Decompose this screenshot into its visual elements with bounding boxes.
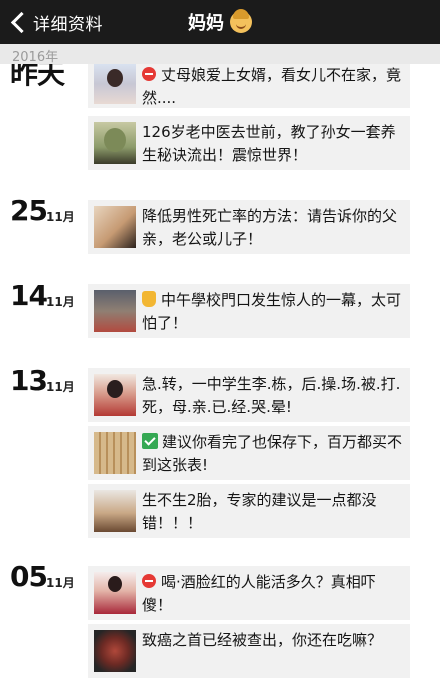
post-thumbnail	[94, 290, 136, 332]
date-month: 11月	[46, 295, 75, 309]
post-thumbnail	[94, 374, 136, 416]
date-day: 05	[10, 560, 48, 593]
post-thumbnail	[94, 206, 136, 248]
post-text: 生不生2胎，专家的建议是一点都没错！！！	[142, 491, 377, 532]
post-item[interactable]: 建议你看完了也保存下，百万都买不到这张表!	[88, 426, 410, 480]
post-item[interactable]: 126岁老中医去世前，教了孙女一套养生秘诀流出！震惊世界！	[88, 116, 410, 170]
post-thumbnail	[94, 630, 136, 672]
post-text: 急.转，一中学生李.栋，后.操.场.被.打.死，母.亲.已.经.哭.晕!	[142, 375, 401, 416]
year-header: 2016年	[0, 44, 440, 65]
year-label: 2016年	[12, 50, 59, 65]
date-month: 11月	[46, 210, 75, 224]
post-thumbnail	[94, 490, 136, 532]
page-title: 妈妈	[188, 13, 224, 34]
date-day: 昨天	[10, 64, 65, 90]
check-mark-icon	[142, 433, 158, 449]
post-item[interactable]: 急.转，一中学生李.栋，后.操.场.被.打.死，母.亲.已.经.哭.晕!	[88, 368, 410, 422]
post-text: 丈母娘爱上女婿，看女儿不在家，竟然....	[142, 66, 402, 107]
post-thumbnail	[94, 64, 136, 104]
post-item[interactable]: 喝·酒脸红的人能活多久？真相吓傻！	[88, 566, 410, 620]
post-item[interactable]: 丈母娘爱上女婿，看女儿不在家，竟然....	[88, 64, 410, 108]
post-item[interactable]: 中午學校門口发生惊人的一幕，太可怕了！	[88, 284, 410, 338]
red-circle-icon	[142, 574, 156, 588]
date-day: 25	[10, 194, 48, 227]
back-label: 详细资料	[33, 14, 103, 35]
post-text: 喝·酒脸红的人能活多久？真相吓傻！	[142, 573, 376, 614]
date-month: 11月	[46, 576, 75, 590]
chevron-left-icon	[10, 11, 33, 33]
date-day: 13	[10, 364, 48, 397]
post-text: 致癌之首已经被查出，你还在吃嘛？	[142, 631, 383, 649]
post-thumbnail	[94, 572, 136, 614]
post-text: 126岁老中医去世前，教了孙女一套养生秘诀流出！震惊世界！	[142, 123, 396, 164]
date-yesterday: 昨天	[10, 64, 80, 94]
post-thumbnail	[94, 122, 136, 164]
back-button[interactable]: 详细资料	[10, 0, 103, 44]
nav-bar: 详细资料 妈妈	[0, 0, 440, 44]
date-day: 14	[10, 279, 48, 312]
post-item[interactable]: 致癌之首已经被查出，你还在吃嘛？	[88, 624, 410, 678]
hand-icon	[142, 291, 156, 307]
red-circle-icon	[142, 67, 156, 81]
post-text: 建议你看完了也保存下，百万都买不到这张表!	[142, 433, 403, 474]
woman-emoji-icon	[230, 9, 252, 33]
post-text: 降低男性死亡率的方法：请告诉你的父亲，老公或儿子！	[142, 207, 398, 248]
post-item[interactable]: 降低男性死亡率的方法：请告诉你的父亲，老公或儿子！	[88, 200, 410, 254]
date-month: 11月	[46, 380, 75, 394]
post-item[interactable]: 生不生2胎，专家的建议是一点都没错！！！	[88, 484, 410, 538]
post-thumbnail	[94, 432, 136, 474]
post-text: 中午學校門口发生惊人的一幕，太可怕了！	[142, 291, 402, 332]
